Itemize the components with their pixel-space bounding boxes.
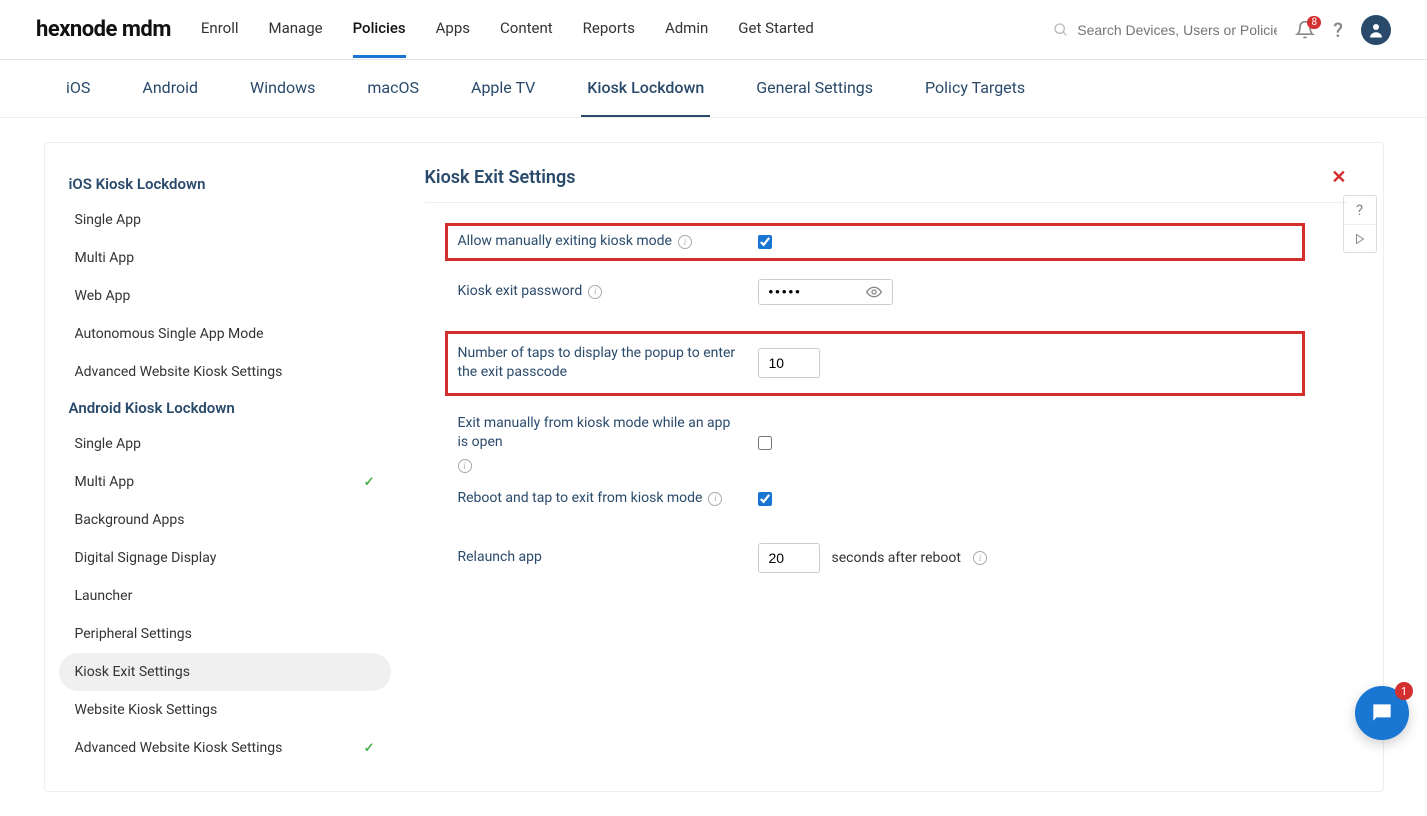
sidebar-item-label: Peripheral Settings bbox=[75, 626, 192, 642]
settings-panel: Kiosk Exit Settings ✕ ? Allow manually e… bbox=[405, 143, 1383, 791]
search-wrap bbox=[1053, 22, 1277, 38]
policy-card: iOS Kiosk Lockdown Single App Multi App Web… bbox=[44, 142, 1384, 792]
sidebar-item-label: Single App bbox=[75, 212, 141, 228]
sidebar-item-label: Advanced Website Kiosk Settings bbox=[75, 364, 283, 380]
reboot-tap-checkbox[interactable] bbox=[758, 492, 772, 506]
sidebar-item-label: Web App bbox=[75, 288, 131, 304]
logo: hexnode mdm bbox=[36, 17, 171, 42]
notif-badge: 8 bbox=[1307, 16, 1321, 29]
sidebar-item-autonomous-single-app-mode[interactable]: Autonomous Single App Mode bbox=[59, 315, 391, 353]
password-field-wrap bbox=[758, 279, 893, 305]
sidebar-item-multi-app[interactable]: Multi App ✓ bbox=[59, 463, 391, 501]
topbar-right: 8 ? bbox=[1053, 15, 1391, 45]
sidebar: iOS Kiosk Lockdown Single App Multi App Web… bbox=[45, 143, 405, 791]
subtab-apple-tv[interactable]: Apple TV bbox=[465, 60, 541, 117]
sidebar-item-digital-signage-display[interactable]: Digital Signage Display bbox=[59, 539, 391, 577]
topnav-admin[interactable]: Admin bbox=[665, 1, 708, 58]
topnav: Enroll Manage Policies Apps Content Reports Ad… bbox=[201, 1, 1053, 58]
help-button[interactable]: ? bbox=[1333, 18, 1343, 42]
relaunch-input[interactable] bbox=[758, 543, 820, 573]
close-icon[interactable]: ✕ bbox=[1331, 167, 1346, 188]
allow-manual-label: Allow manually exiting kiosk mode bbox=[458, 232, 672, 252]
sidebar-item-advanced-website-kiosk-settings[interactable]: Advanced Website Kiosk Settings bbox=[59, 353, 391, 391]
content: iOS Kiosk Lockdown Single App Multi App Web… bbox=[0, 118, 1427, 816]
aux-panel: ? bbox=[1343, 195, 1377, 253]
subtab-general-settings[interactable]: General Settings bbox=[750, 60, 879, 117]
sidebar-item-advanced-website-kiosk-settings[interactable]: Advanced Website Kiosk Settings ✓ bbox=[59, 729, 391, 767]
sidebar-heading: Android Kiosk Lockdown bbox=[59, 391, 391, 425]
subtab-kiosk-lockdown[interactable]: Kiosk Lockdown bbox=[581, 60, 710, 117]
sidebar-heading: iOS Kiosk Lockdown bbox=[59, 167, 391, 201]
panel-title: Kiosk Exit Settings bbox=[425, 167, 576, 188]
sidebar-item-label: Digital Signage Display bbox=[75, 550, 217, 566]
sidebar-item-label: Multi App bbox=[75, 474, 135, 490]
check-icon: ✓ bbox=[364, 741, 375, 756]
relaunch-after-text: seconds after reboot bbox=[832, 550, 961, 566]
sidebar-item-label: Kiosk Exit Settings bbox=[75, 664, 190, 680]
sidebar-item-label: Website Kiosk Settings bbox=[75, 702, 218, 718]
topnav-content[interactable]: Content bbox=[500, 1, 553, 58]
subtab-android[interactable]: Android bbox=[136, 60, 204, 117]
info-icon[interactable]: i bbox=[973, 551, 987, 565]
sidebar-item-kiosk-exit-settings[interactable]: Kiosk Exit Settings bbox=[59, 653, 391, 691]
taps-input[interactable] bbox=[758, 348, 820, 378]
subtab-policy-targets[interactable]: Policy Targets bbox=[919, 60, 1031, 117]
topnav-reports[interactable]: Reports bbox=[583, 1, 635, 58]
notifications-button[interactable]: 8 bbox=[1295, 20, 1315, 40]
subtab-windows[interactable]: Windows bbox=[244, 60, 321, 117]
sidebar-item-web-app[interactable]: Web App bbox=[59, 277, 391, 315]
sidebar-item-single-app[interactable]: Single App bbox=[59, 201, 391, 239]
eye-icon[interactable] bbox=[866, 284, 882, 300]
highlight-allow-manual: Allow manually exiting kiosk mode i bbox=[445, 223, 1305, 261]
info-icon[interactable]: i bbox=[708, 492, 722, 506]
topnav-apps[interactable]: Apps bbox=[436, 1, 470, 58]
panel-help-button[interactable]: ? bbox=[1344, 196, 1376, 224]
topnav-manage[interactable]: Manage bbox=[269, 1, 323, 58]
subtabs: iOS Android Windows macOS Apple TV Kiosk Lock… bbox=[0, 60, 1427, 118]
chat-button[interactable]: 1 bbox=[1355, 686, 1409, 740]
password-label: Kiosk exit password bbox=[458, 282, 583, 302]
exit-while-open-label: Exit manually from kiosk mode while an a… bbox=[458, 414, 738, 453]
sidebar-item-multi-app[interactable]: Multi App bbox=[59, 239, 391, 277]
topbar: hexnode mdm Enroll Manage Policies Apps Cont… bbox=[0, 0, 1427, 60]
info-icon[interactable]: i bbox=[588, 285, 602, 299]
sidebar-item-background-apps[interactable]: Background Apps bbox=[59, 501, 391, 539]
panel-play-button[interactable] bbox=[1344, 224, 1376, 252]
sidebar-item-label: Advanced Website Kiosk Settings bbox=[75, 740, 283, 756]
taps-label: Number of taps to display the popup to e… bbox=[458, 344, 738, 383]
info-icon[interactable]: i bbox=[678, 235, 692, 249]
topnav-policies[interactable]: Policies bbox=[353, 1, 406, 58]
password-input[interactable] bbox=[769, 284, 866, 299]
subtab-ios[interactable]: iOS bbox=[60, 60, 96, 117]
allow-manual-checkbox[interactable] bbox=[758, 235, 772, 249]
topnav-get-started[interactable]: Get Started bbox=[738, 1, 814, 58]
sidebar-item-website-kiosk-settings[interactable]: Website Kiosk Settings bbox=[59, 691, 391, 729]
search-icon bbox=[1053, 22, 1069, 38]
reboot-tap-label: Reboot and tap to exit from kiosk mode bbox=[458, 489, 703, 509]
relaunch-label: Relaunch app bbox=[458, 548, 542, 568]
sidebar-item-label: Autonomous Single App Mode bbox=[75, 326, 264, 342]
chat-badge: 1 bbox=[1395, 682, 1413, 700]
sidebar-item-label: Multi App bbox=[75, 250, 135, 266]
sidebar-item-label: Background Apps bbox=[75, 512, 185, 528]
subtab-macos[interactable]: macOS bbox=[361, 60, 425, 117]
sidebar-item-launcher[interactable]: Launcher bbox=[59, 577, 391, 615]
sidebar-item-single-app[interactable]: Single App bbox=[59, 425, 391, 463]
exit-while-open-checkbox[interactable] bbox=[758, 436, 772, 450]
search-input[interactable] bbox=[1077, 22, 1277, 38]
highlight-taps: Number of taps to display the popup to e… bbox=[445, 331, 1305, 396]
sidebar-item-label: Single App bbox=[75, 436, 141, 452]
topnav-enroll[interactable]: Enroll bbox=[201, 1, 239, 58]
avatar[interactable] bbox=[1361, 15, 1391, 45]
sidebar-item-peripheral-settings[interactable]: Peripheral Settings bbox=[59, 615, 391, 653]
info-icon[interactable]: i bbox=[458, 459, 472, 473]
sidebar-item-label: Launcher bbox=[75, 588, 133, 604]
check-icon: ✓ bbox=[364, 475, 375, 490]
